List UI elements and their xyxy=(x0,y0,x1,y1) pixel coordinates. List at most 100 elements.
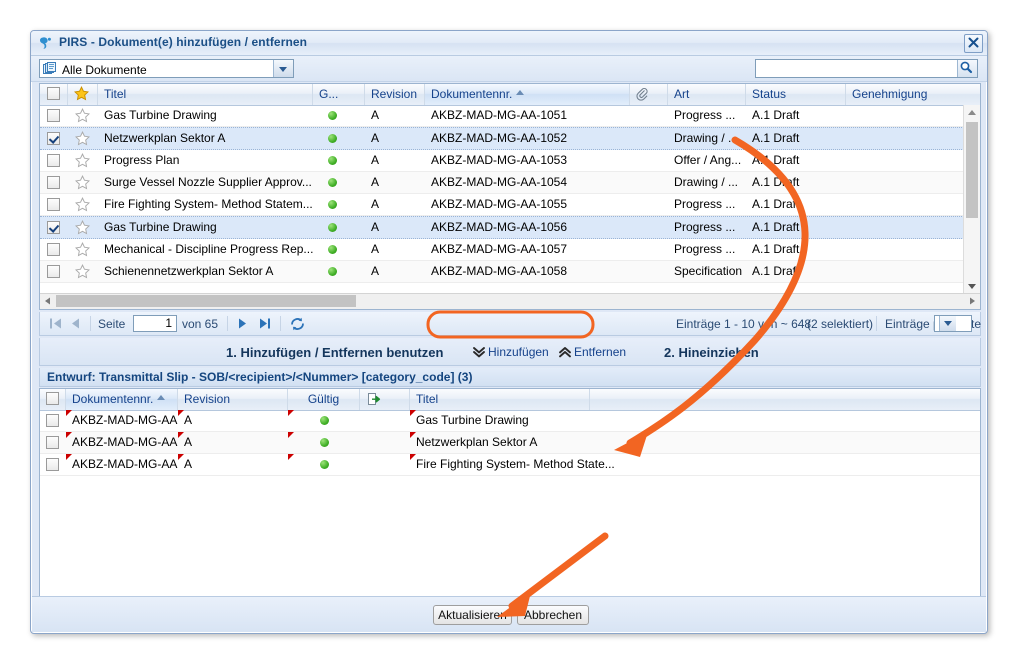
search-icon[interactable] xyxy=(957,60,977,77)
filter-search-row: Alle Dokumente xyxy=(31,56,987,82)
document-filter-value: Alle Dokumente xyxy=(62,63,147,77)
cell-revision: A xyxy=(178,432,288,453)
column-header-favorite[interactable] xyxy=(68,84,98,105)
column-header-dokumentennr[interactable]: Dokumentennr. xyxy=(425,84,630,105)
cell-titel: Gas Turbine Drawing xyxy=(98,217,313,238)
pagination-bar: Seite 1 von 65 Einträge 1 - 10 von ~ 648… xyxy=(39,312,981,336)
search-input[interactable] xyxy=(758,61,957,78)
row-checkbox[interactable] xyxy=(47,109,60,122)
edited-cell-marker xyxy=(66,454,72,460)
table-row[interactable]: Netzwerkplan Sektor AAAKBZ-MAD-MG-AA-105… xyxy=(40,127,980,150)
column-header-revision[interactable]: Revision xyxy=(365,84,425,105)
scroll-right-icon[interactable] xyxy=(965,294,980,308)
cell-status: A.1 Draft xyxy=(746,217,846,238)
page-input[interactable]: 1 xyxy=(133,315,177,332)
cell-docnr: AKBZ-MAD-MG-AA... xyxy=(66,410,178,431)
star-outline-icon[interactable] xyxy=(75,264,90,282)
star-outline-icon[interactable] xyxy=(75,242,90,260)
chevron-down-icon[interactable] xyxy=(939,316,956,331)
column-header-genehmigung[interactable]: Genehmigung xyxy=(846,84,980,105)
documents-grid-vscrollbar[interactable] xyxy=(963,105,980,294)
star-outline-icon[interactable] xyxy=(75,131,90,149)
row-checkbox[interactable] xyxy=(47,132,60,145)
table-row[interactable]: Progress PlanAAKBZ-MAD-MG-AA-1053Offer /… xyxy=(40,150,980,172)
star-outline-icon[interactable] xyxy=(75,197,90,215)
row-checkbox[interactable] xyxy=(47,154,60,167)
scroll-left-icon[interactable] xyxy=(40,294,55,308)
prev-page-icon[interactable] xyxy=(68,316,84,334)
update-button[interactable]: Aktualisieren xyxy=(433,605,512,625)
first-page-icon[interactable] xyxy=(48,316,64,334)
column-header-titel[interactable]: Titel xyxy=(98,84,313,105)
star-outline-icon[interactable] xyxy=(75,220,90,238)
draft-column-header-revision[interactable]: Revision xyxy=(178,389,288,410)
remove-button[interactable]: Entfernen xyxy=(558,343,626,361)
document-filter-dropdown[interactable]: Alle Dokumente xyxy=(39,59,294,78)
cancel-button[interactable]: Abbrechen xyxy=(517,605,589,625)
table-row[interactable]: AKBZ-MAD-MG-AA...ANetzwerkplan Sektor A xyxy=(40,432,980,454)
draft-column-header-select-all[interactable] xyxy=(40,389,66,410)
documents-grid-header: Titel G... Revision Dokumentennr. Art St… xyxy=(40,84,980,106)
dialog-footer: Aktualisieren Abbrechen xyxy=(32,596,986,632)
header-checkbox-icon[interactable] xyxy=(47,87,60,100)
column-header-art[interactable]: Art xyxy=(668,84,746,105)
scroll-down-icon[interactable] xyxy=(964,278,980,294)
star-outline-icon[interactable] xyxy=(75,153,90,171)
vscroll-thumb[interactable] xyxy=(966,122,978,218)
last-page-icon[interactable] xyxy=(257,316,273,334)
table-row[interactable]: Gas Turbine DrawingAAKBZ-MAD-MG-AA-1056P… xyxy=(40,216,980,239)
column-header-select-all[interactable] xyxy=(40,84,68,105)
cell-status: A.1 Draft xyxy=(746,150,846,171)
cell-titel: Fire Fighting System- Method Statem... xyxy=(98,194,313,215)
header-checkbox-icon[interactable] xyxy=(46,392,59,405)
cell-titel: Progress Plan xyxy=(98,150,313,171)
chevron-down-icon[interactable] xyxy=(273,60,293,77)
column-header-g[interactable]: G... xyxy=(313,84,365,105)
cell-titel: Netzwerkplan Sektor A xyxy=(98,128,313,149)
star-outline-icon[interactable] xyxy=(75,175,90,193)
cell-revision: A xyxy=(365,150,425,171)
row-checkbox[interactable] xyxy=(47,265,60,278)
scroll-up-icon[interactable] xyxy=(964,105,980,121)
refresh-icon[interactable] xyxy=(289,316,306,335)
row-checkbox[interactable] xyxy=(46,436,59,449)
per-page-dropdown[interactable]: 10 xyxy=(934,315,972,332)
step-toolbar: 1. Hinzufügen / Entfernen benutzen Hinzu… xyxy=(39,338,981,366)
draft-column-header-titel[interactable]: Titel xyxy=(410,389,590,410)
cell-genehmigung xyxy=(846,261,980,282)
draft-column-header-gueltig[interactable]: Gültig xyxy=(288,389,360,410)
status-dot-green xyxy=(328,245,337,254)
documents-grid-hscrollbar[interactable] xyxy=(40,293,980,309)
cell-revision: A xyxy=(365,128,425,149)
table-row[interactable]: Schienennetzwerkplan Sektor AAAKBZ-MAD-M… xyxy=(40,261,980,283)
status-dot-green xyxy=(328,223,337,232)
remove-button-label: Entfernen xyxy=(574,345,626,359)
table-row[interactable]: Fire Fighting System- Method Statem...AA… xyxy=(40,194,980,216)
table-row[interactable]: Surge Vessel Nozzle Supplier Approv...AA… xyxy=(40,172,980,194)
column-header-attachment[interactable] xyxy=(630,84,668,105)
close-icon[interactable] xyxy=(964,34,983,53)
row-checkbox[interactable] xyxy=(47,176,60,189)
table-row[interactable]: Mechanical - Discipline Progress Rep...A… xyxy=(40,239,980,261)
row-checkbox[interactable] xyxy=(47,221,60,234)
row-checkbox[interactable] xyxy=(46,458,59,471)
row-checkbox[interactable] xyxy=(47,243,60,256)
status-dot-green xyxy=(320,438,329,447)
next-page-icon[interactable] xyxy=(235,316,251,334)
row-checkbox[interactable] xyxy=(46,414,59,427)
draft-column-header-export[interactable] xyxy=(360,389,410,410)
table-row[interactable]: Gas Turbine DrawingAAKBZ-MAD-MG-AA-1051P… xyxy=(40,105,980,127)
edited-cell-marker xyxy=(288,410,294,416)
page-label: Seite xyxy=(98,317,125,331)
search-box[interactable] xyxy=(755,59,978,78)
hscroll-thumb[interactable] xyxy=(56,295,356,307)
table-row[interactable]: AKBZ-MAD-MG-AA...AFire Fighting System- … xyxy=(40,454,980,476)
add-button[interactable]: Hinzufügen xyxy=(472,343,549,361)
table-row[interactable]: AKBZ-MAD-MG-AA...AGas Turbine Drawing xyxy=(40,410,980,432)
column-header-status[interactable]: Status xyxy=(746,84,846,105)
star-outline-icon[interactable] xyxy=(75,108,90,126)
status-dot-green xyxy=(320,416,329,425)
row-checkbox[interactable] xyxy=(47,198,60,211)
draft-column-header-dokumentennr[interactable]: Dokumentennr. xyxy=(66,389,178,410)
draft-grid-body: AKBZ-MAD-MG-AA...AGas Turbine DrawingAKB… xyxy=(40,410,980,624)
